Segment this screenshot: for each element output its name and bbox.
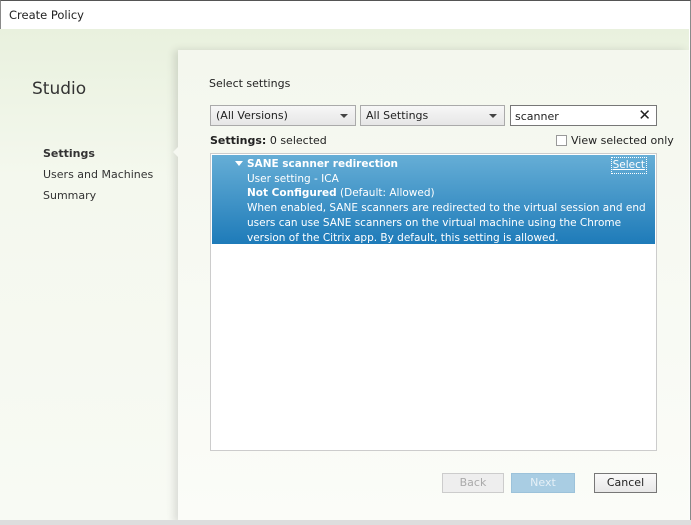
settings-count-label: Settings: — [210, 134, 267, 147]
search-input[interactable]: scanner ✕ — [510, 105, 657, 126]
setting-name: SANE scanner redirection — [247, 158, 399, 170]
wizard-sidebar — [0, 29, 178, 523]
bottom-border — [0, 520, 691, 525]
chevron-down-icon — [340, 114, 348, 118]
back-button[interactable]: Back — [442, 473, 504, 493]
version-filter-value: (All Versions) — [216, 109, 288, 122]
cancel-button[interactable]: Cancel — [594, 473, 657, 493]
setting-state: Not Configured — [247, 187, 337, 200]
checkbox-icon[interactable] — [556, 135, 567, 146]
select-link[interactable]: Select — [610, 157, 647, 174]
search-value: scanner — [515, 110, 559, 123]
settings-list[interactable]: SANE scanner redirection User setting - … — [210, 153, 657, 451]
title-bar: Create Policy — [1, 1, 690, 30]
view-selected-only-checkbox[interactable]: View selected only — [556, 134, 674, 147]
setting-description: When enabled, SANE scanners are redirect… — [247, 202, 646, 244]
settings-filter-value: All Settings — [366, 109, 429, 122]
settings-count: Settings: 0 selected — [210, 134, 327, 147]
list-item[interactable]: SANE scanner redirection User setting - … — [212, 155, 655, 244]
sidebar-item-summary[interactable]: Summary — [43, 189, 96, 202]
settings-count-value: 0 selected — [269, 134, 327, 147]
view-selected-only-label: View selected only — [571, 134, 674, 147]
settings-filter-dropdown[interactable]: All Settings — [360, 105, 505, 126]
clear-search-icon[interactable]: ✕ — [638, 106, 651, 125]
chevron-down-icon — [489, 114, 497, 118]
page-heading: Select settings — [209, 77, 291, 90]
version-filter-dropdown[interactable]: (All Versions) — [210, 105, 356, 126]
setting-default: (Default: Allowed) — [340, 187, 435, 200]
sidebar-item-users-and-machines[interactable]: Users and Machines — [43, 168, 153, 181]
setting-type: User setting - ICA — [247, 172, 339, 185]
next-button[interactable]: Next — [511, 473, 575, 493]
active-step-pointer — [173, 146, 179, 158]
brand-title: Studio — [32, 79, 87, 99]
sidebar-item-settings[interactable]: Settings — [43, 147, 95, 160]
expand-triangle-icon[interactable] — [235, 161, 243, 166]
